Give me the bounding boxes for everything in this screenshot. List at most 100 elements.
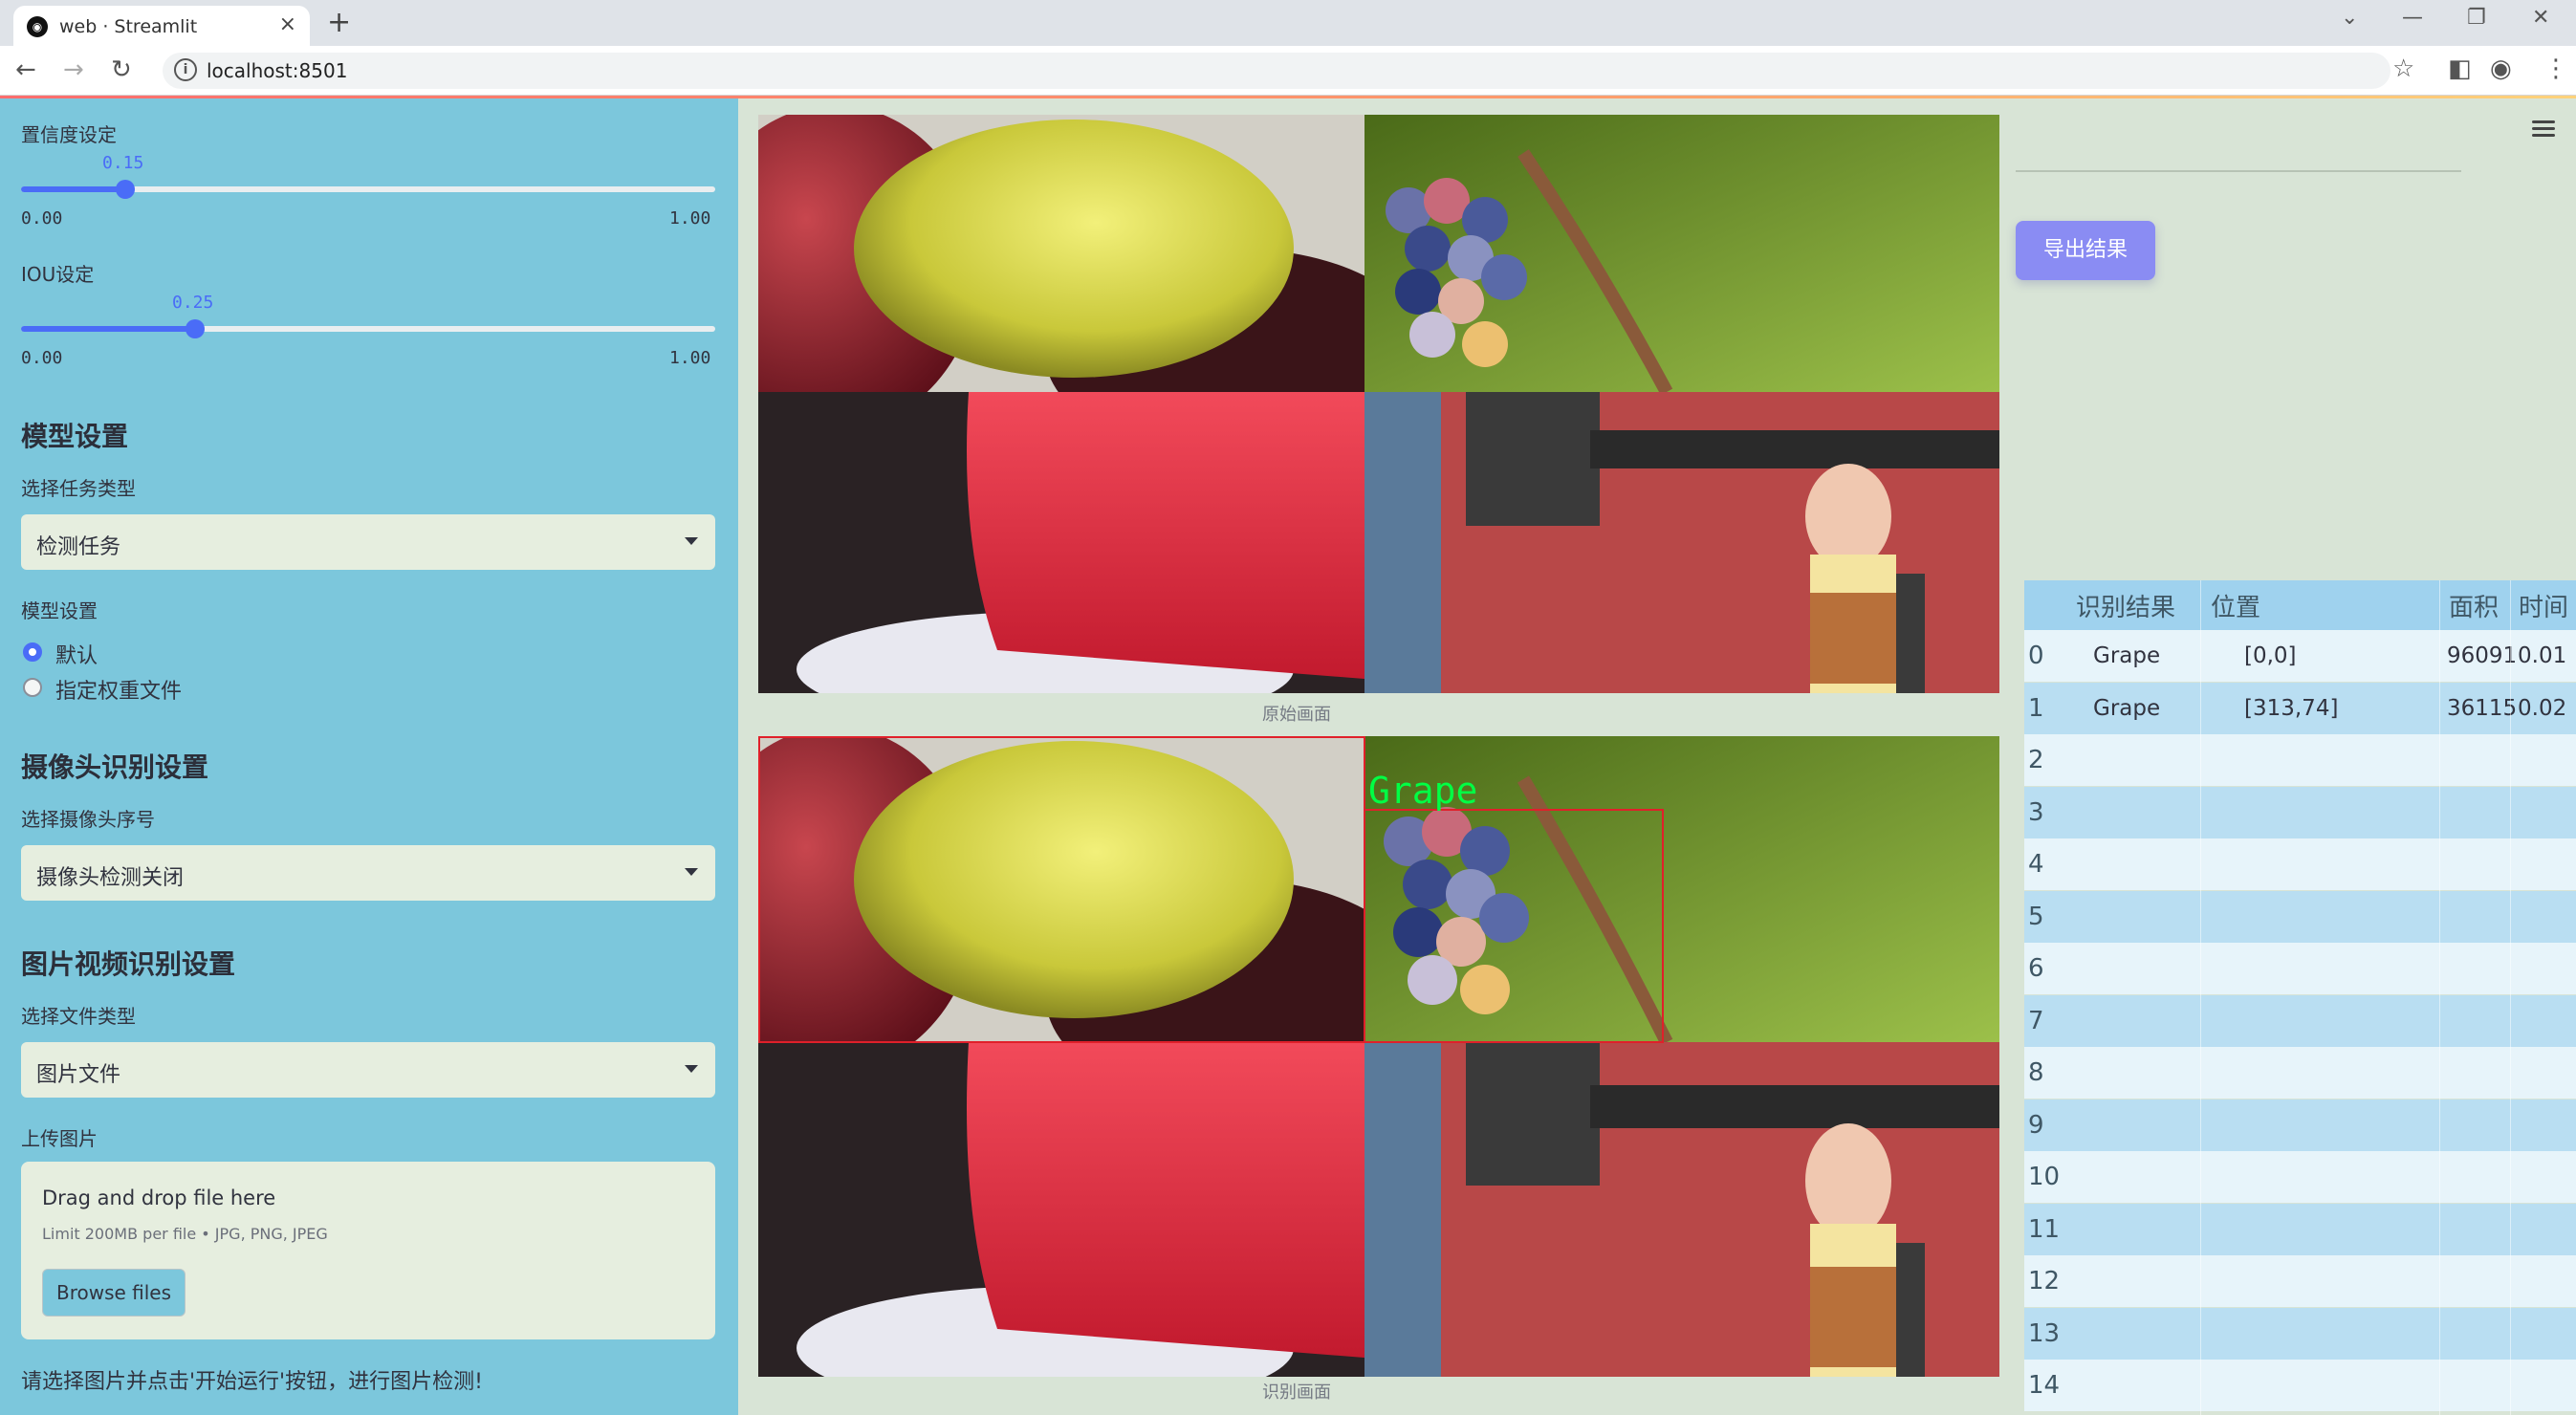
iou-slider-thumb[interactable] bbox=[186, 319, 205, 338]
back-icon[interactable]: ← bbox=[15, 55, 36, 84]
address-bar[interactable]: i localhost:8501 bbox=[163, 53, 2390, 89]
iou-min: 0.00 bbox=[21, 348, 63, 368]
column-divider bbox=[2439, 580, 2440, 1415]
main-menu-icon[interactable] bbox=[2532, 119, 2557, 138]
tab-close-icon[interactable]: × bbox=[279, 12, 296, 36]
window-close-icon[interactable]: ✕ bbox=[2532, 6, 2549, 30]
side-panel-icon[interactable]: ◧ bbox=[2448, 54, 2472, 83]
camera-select-value: 摄像头检测关闭 bbox=[36, 866, 185, 890]
row-index: 8 bbox=[2028, 1058, 2044, 1087]
iou-slider-fill bbox=[21, 326, 195, 332]
row-index: 7 bbox=[2028, 1006, 2044, 1035]
task-type-select[interactable]: 检测任务 bbox=[21, 514, 715, 570]
profile-avatar-icon[interactable]: ◉ bbox=[2490, 54, 2512, 83]
table-row[interactable]: 0 Grape [0,0] 96091 0.01 bbox=[2024, 630, 2576, 682]
col-time: 时间 bbox=[2519, 593, 2569, 622]
confidence-max: 1.00 bbox=[669, 208, 711, 229]
row-index: 5 bbox=[2028, 902, 2044, 931]
table-row[interactable]: 11 bbox=[2024, 1203, 2576, 1255]
browser-menu-icon[interactable]: ⋮ bbox=[2543, 54, 2568, 83]
media-section-heading: 图片视频识别设置 bbox=[21, 948, 236, 980]
browser-tab[interactable]: ◉ web · Streamlit × bbox=[13, 6, 310, 46]
browser-tab-bar: ◉ web · Streamlit × + ⌄ — ❐ ✕ bbox=[0, 0, 2576, 46]
table-row[interactable]: 10 bbox=[2024, 1151, 2576, 1203]
confidence-slider-thumb[interactable] bbox=[116, 180, 135, 199]
table-row[interactable]: 2 bbox=[2024, 734, 2576, 786]
camera-index-label: 选择摄像头序号 bbox=[21, 808, 155, 831]
table-row[interactable]: 5 bbox=[2024, 890, 2576, 943]
cell-area: 36115 bbox=[2447, 695, 2518, 721]
row-index: 10 bbox=[2028, 1163, 2061, 1191]
cell-result: Grape bbox=[2093, 643, 2161, 668]
row-index: 11 bbox=[2028, 1214, 2061, 1244]
result-image: Grape bbox=[691, 727, 1999, 1410]
confidence-slider-fill bbox=[21, 186, 125, 192]
file-dropzone[interactable]: Drag and drop file here Limit 200MB per … bbox=[21, 1162, 715, 1339]
result-image-canvas: Grape bbox=[691, 727, 1999, 1410]
iou-slider[interactable] bbox=[21, 319, 715, 338]
restore-icon[interactable]: ❐ bbox=[2467, 6, 2486, 30]
table-row[interactable]: 8 bbox=[2024, 1047, 2576, 1099]
radio-unselected-icon[interactable] bbox=[23, 678, 42, 697]
cell-time: 0.02 bbox=[2518, 695, 2567, 721]
camera-section-heading: 摄像头识别设置 bbox=[21, 751, 209, 783]
site-info-icon[interactable]: i bbox=[174, 58, 197, 81]
radio-weight-file-label: 指定权重文件 bbox=[55, 680, 183, 704]
bookmark-star-icon[interactable]: ☆ bbox=[2392, 54, 2414, 83]
column-divider bbox=[2200, 580, 2201, 1415]
row-index: 2 bbox=[2028, 746, 2044, 774]
table-row[interactable]: 13 bbox=[2024, 1307, 2576, 1360]
model-section-heading: 模型设置 bbox=[21, 421, 129, 452]
table-header: 识别结果 位置 面积 时间 bbox=[2024, 580, 2576, 630]
table-row[interactable]: 6 bbox=[2024, 943, 2576, 994]
upload-label: 上传图片 bbox=[21, 1127, 98, 1150]
row-index: 14 bbox=[2028, 1371, 2061, 1400]
reload-icon[interactable]: ↻ bbox=[111, 55, 132, 84]
detection-label: Grape bbox=[1368, 770, 1477, 812]
table-row[interactable]: 1 Grape [313,74] 36115 0.02 bbox=[2024, 682, 2576, 734]
table-row[interactable]: 3 bbox=[2024, 786, 2576, 838]
confidence-label: 置信度设定 bbox=[21, 123, 117, 146]
browser-toolbar: ← → ↻ i localhost:8501 ☆ ◧ ◉ ⋮ bbox=[0, 46, 2576, 96]
row-index: 1 bbox=[2028, 693, 2044, 723]
original-image-canvas bbox=[691, 105, 1999, 727]
forward-icon[interactable]: → bbox=[63, 55, 84, 84]
confidence-value: 0.15 bbox=[102, 153, 144, 173]
new-tab-button[interactable]: + bbox=[327, 6, 351, 39]
cell-position: [0,0] bbox=[2244, 643, 2297, 668]
col-position: 位置 bbox=[2211, 593, 2261, 622]
original-image bbox=[691, 105, 1999, 727]
table-row[interactable]: 7 bbox=[2024, 994, 2576, 1047]
confidence-min: 0.00 bbox=[21, 208, 63, 229]
iou-label: IOU设定 bbox=[21, 263, 95, 286]
minimize-icon[interactable]: — bbox=[2402, 6, 2423, 30]
dropzone-limit: Limit 200MB per file • JPG, PNG, JPEG bbox=[42, 1225, 328, 1243]
sidebar: 置信度设定 0.15 0.00 1.00 IOU设定 0.25 0.00 1.0… bbox=[0, 98, 738, 1415]
result-caption: 识别画面 bbox=[1262, 1382, 1331, 1403]
table-row[interactable]: 9 bbox=[2024, 1099, 2576, 1151]
tab-search-icon[interactable]: ⌄ bbox=[2341, 6, 2358, 30]
radio-default-label: 默认 bbox=[55, 644, 98, 668]
chevron-down-icon bbox=[685, 537, 698, 545]
table-row[interactable]: 4 bbox=[2024, 838, 2576, 890]
table-row[interactable]: 14 bbox=[2024, 1360, 2576, 1411]
row-index: 3 bbox=[2028, 797, 2044, 827]
url-text: localhost:8501 bbox=[207, 59, 348, 82]
chevron-down-icon bbox=[685, 1065, 698, 1073]
cell-area: 96091 bbox=[2447, 643, 2518, 668]
export-results-button[interactable]: 导出结果 bbox=[2016, 221, 2155, 280]
cell-result: Grape bbox=[2093, 695, 2161, 721]
cell-position: [313,74] bbox=[2244, 695, 2339, 721]
table-row[interactable]: 12 bbox=[2024, 1255, 2576, 1307]
radio-selected-icon[interactable] bbox=[23, 642, 42, 662]
camera-select[interactable]: 摄像头检测关闭 bbox=[21, 845, 715, 901]
row-index: 4 bbox=[2028, 850, 2044, 879]
cell-time: 0.01 bbox=[2518, 643, 2567, 668]
streamlit-favicon-icon: ◉ bbox=[27, 16, 48, 37]
confidence-slider[interactable] bbox=[21, 180, 715, 199]
file-type-select[interactable]: 图片文件 bbox=[21, 1042, 715, 1098]
browse-files-button[interactable]: Browse files bbox=[42, 1269, 186, 1317]
results-table: 识别结果 位置 面积 时间 0 Grape [0,0] 96091 0.01 1 Grape… bbox=[2024, 580, 2576, 1415]
row-index: 13 bbox=[2028, 1318, 2061, 1348]
iou-value: 0.25 bbox=[172, 293, 214, 313]
